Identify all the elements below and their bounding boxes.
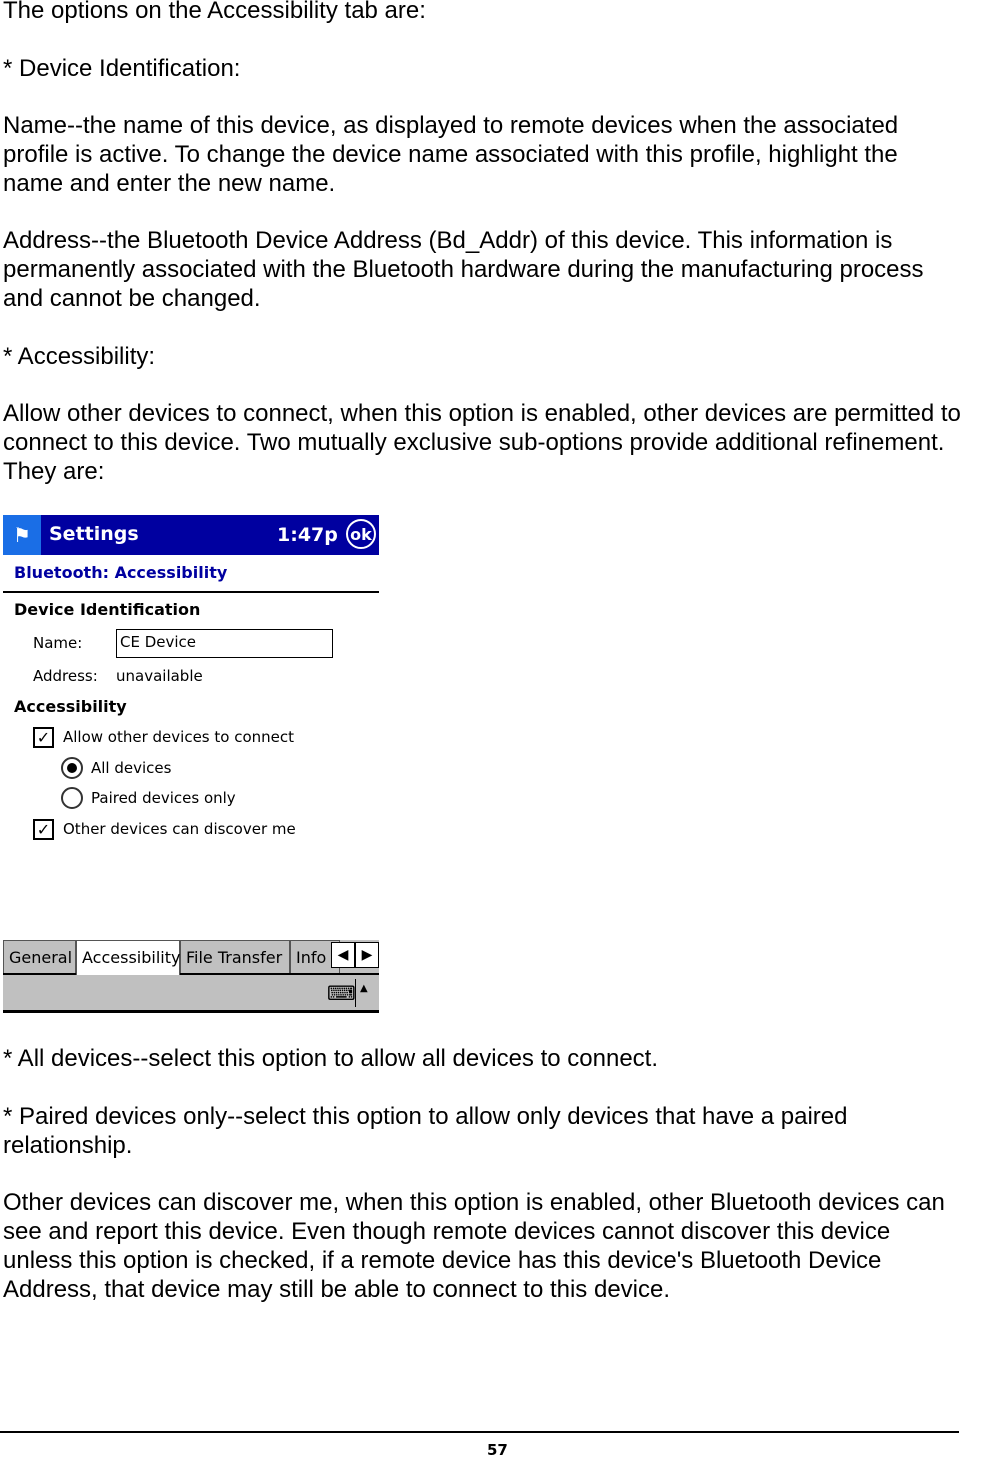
keyboard-icon[interactable]: ⌨ (327, 981, 356, 1005)
divider (3, 591, 379, 593)
section-heading: Device Identification (14, 600, 201, 619)
radio-label: Paired devices only (91, 789, 236, 807)
paragraph: * All devices--select this option to all… (3, 1045, 658, 1072)
radio-label: All devices (91, 759, 172, 777)
title-bar: ⚑ Settings 1:47p ok (3, 515, 379, 555)
window-title: Settings (49, 523, 139, 545)
page-number: 57 (487, 1441, 508, 1459)
paragraph: Other devices can discover me, when this… (3, 1189, 945, 1303)
name-input[interactable]: CE Device (116, 629, 333, 658)
scroll-right-icon[interactable]: ▶ (355, 942, 379, 968)
paragraph: The options on the Accessibility tab are… (3, 0, 426, 24)
checkbox-label: Other devices can discover me (63, 820, 296, 838)
clock: 1:47p (277, 524, 338, 546)
ok-button[interactable]: ok (346, 519, 376, 549)
paragraph: * Paired devices only--select this optio… (3, 1103, 848, 1159)
paragraph: Name--the name of this device, as displa… (3, 112, 899, 197)
checkbox-label: Allow other devices to connect (63, 728, 295, 746)
paired-only-radio[interactable] (61, 787, 83, 809)
device-screenshot: ⚑ Settings 1:47p ok Bluetooth: Accessibi… (3, 515, 379, 1016)
discover-checkbox[interactable]: ✓ (33, 819, 54, 840)
tab-accessibility[interactable]: Accessibility (76, 940, 180, 975)
divider (355, 979, 356, 1007)
allow-connect-checkbox[interactable]: ✓ (33, 727, 54, 748)
name-label: Name: (33, 634, 83, 652)
tab-bar: General Accessibility File Transfer Info… (3, 940, 379, 975)
scroll-left-icon[interactable]: ◀ (331, 942, 355, 968)
page-subtitle: Bluetooth: Accessibility (14, 563, 228, 582)
all-devices-radio[interactable] (61, 757, 83, 779)
paragraph: * Device Identification: (3, 55, 241, 82)
start-menu-icon[interactable]: ⚑ (3, 515, 41, 555)
paragraph: Address--the Bluetooth Device Address (B… (3, 227, 924, 312)
tab-general[interactable]: General (3, 940, 76, 973)
section-heading: Accessibility (14, 697, 127, 716)
paragraph: Allow other devices to connect, when thi… (3, 400, 961, 485)
sip-arrow-icon[interactable]: ▲ (360, 983, 368, 994)
paragraph: * Accessibility: (3, 343, 156, 370)
menu-bar: ⌨ ▲ (3, 975, 379, 1013)
address-label: Address: (33, 667, 98, 685)
footer-rule (0, 1431, 959, 1433)
address-value: unavailable (116, 667, 203, 685)
tab-file-transfer[interactable]: File Transfer (180, 940, 290, 973)
